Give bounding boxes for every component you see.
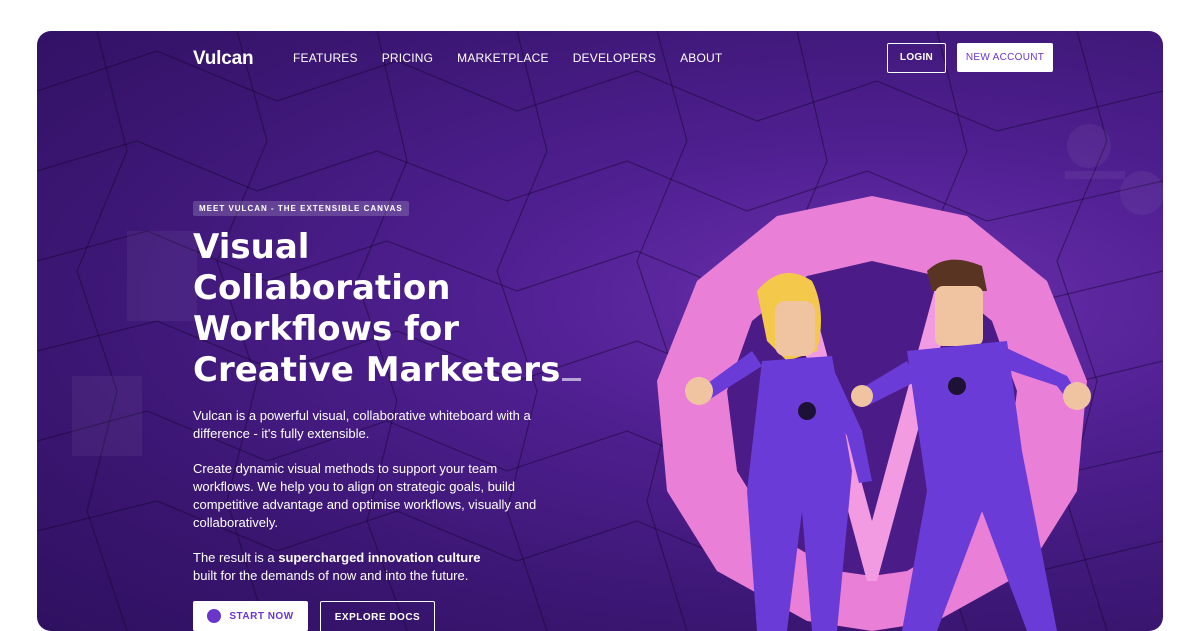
headline-line-2: Collaboration — [193, 268, 451, 308]
nav-item-pricing[interactable]: PRICING — [382, 51, 433, 65]
typing-cursor — [562, 378, 582, 381]
hero-description-3: The result is a supercharged innovation … — [193, 549, 553, 585]
result-highlight: supercharged innovation culture — [278, 550, 481, 565]
hero-illustration — [657, 196, 1091, 631]
result-prefix: The result is a — [193, 550, 279, 565]
play-icon — [207, 609, 222, 623]
nav-item-developers[interactable]: DEVELOPERS — [573, 51, 656, 65]
hero-description-1: Vulcan is a powerful visual, collaborati… — [193, 408, 531, 441]
nav-item-marketplace[interactable]: MARKETPLACE — [457, 51, 549, 65]
hero-badge: MEET VULCAN - THE EXTENSIBLE CANVAS — [193, 201, 409, 216]
hero-frame: Vulcan FEATURES PRICING MARKETPLACE DEVE… — [37, 31, 1163, 631]
start-now-label: START NOW — [229, 610, 294, 622]
nav-menu: FEATURES PRICING MARKETPLACE DEVELOPERS … — [293, 51, 722, 65]
start-now-button[interactable]: START NOW — [193, 601, 308, 631]
new-account-button[interactable]: NEW ACCOUNT — [957, 43, 1053, 72]
nav-item-features[interactable]: FEATURES — [293, 51, 358, 65]
top-nav: Vulcan FEATURES PRICING MARKETPLACE DEVE… — [37, 31, 1163, 87]
hero-headline: Visual Collaboration Workflows for Creat… — [193, 227, 613, 391]
logo[interactable]: Vulcan — [193, 48, 254, 70]
headline-line-3: Workflows for — [193, 309, 459, 349]
headline-line-4: Creative Marketers — [193, 350, 561, 390]
hero-description-2: Create dynamic visual methods to support… — [193, 461, 537, 530]
login-button[interactable]: LOGIN — [887, 43, 946, 73]
explore-docs-label: EXPLORE DOCS — [334, 611, 421, 623]
nav-item-about[interactable]: ABOUT — [680, 51, 722, 65]
result-suffix: built for the demands of now and into th… — [193, 568, 469, 583]
headline-line-1: Visual — [193, 227, 310, 267]
explore-docs-button[interactable]: EXPLORE DOCS — [320, 601, 435, 631]
